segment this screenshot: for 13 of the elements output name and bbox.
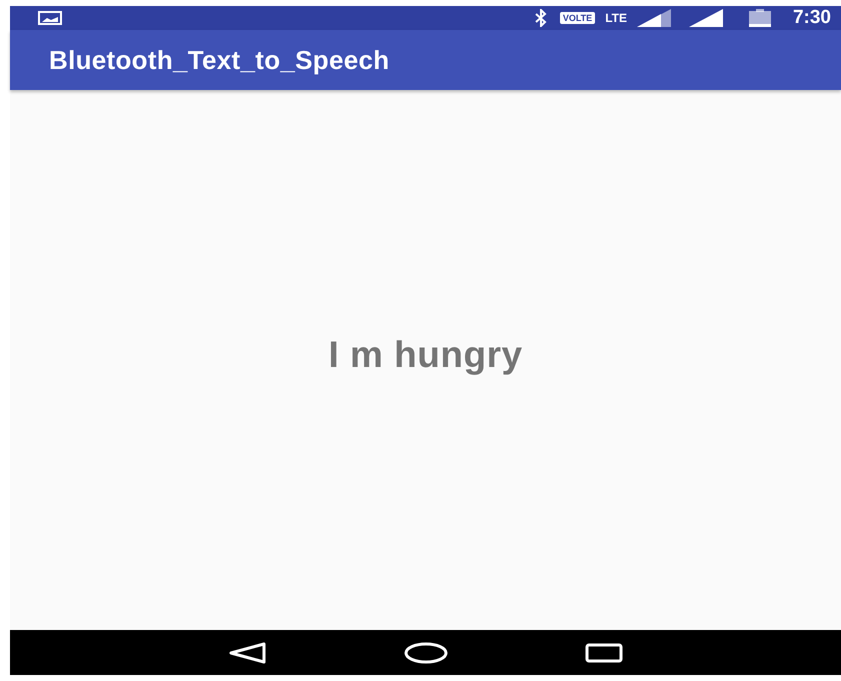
- battery-icon: [748, 9, 771, 27]
- signal-icon: [688, 9, 723, 27]
- volte-badge: VOLTE: [560, 12, 596, 24]
- clock-time: 7:30: [792, 7, 831, 29]
- home-button[interactable]: [404, 642, 448, 664]
- recents-button[interactable]: [584, 642, 623, 662]
- signal-icon: [636, 9, 671, 27]
- spoken-text: I m hungry: [328, 334, 523, 376]
- image-icon: [38, 11, 62, 25]
- bluetooth-icon: [534, 9, 548, 27]
- back-button[interactable]: [228, 642, 268, 664]
- network-label: LTE: [605, 12, 627, 24]
- app-title: Bluetooth_Text_to_Speech: [49, 44, 390, 76]
